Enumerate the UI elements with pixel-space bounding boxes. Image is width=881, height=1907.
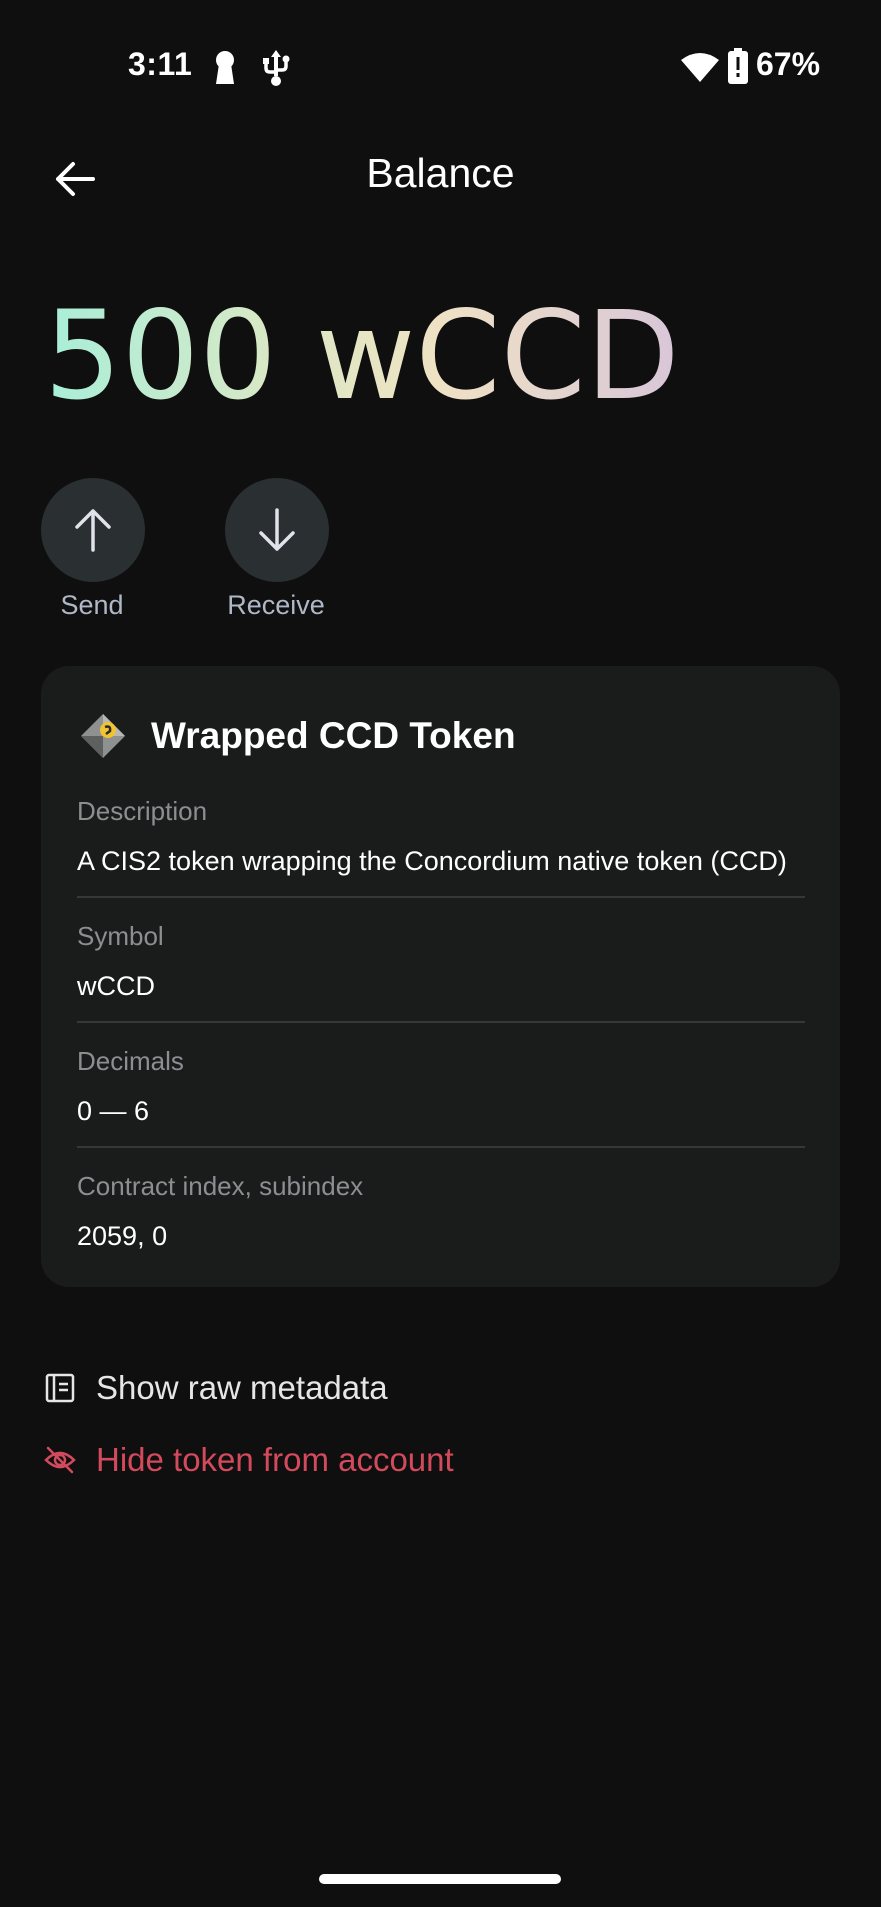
symbol-value: wCCD xyxy=(77,971,155,1001)
battery-icon xyxy=(728,48,748,84)
arrow-down-icon xyxy=(259,508,295,551)
balance-amount: 500 wCCD xyxy=(44,285,680,427)
send-button[interactable]: Send xyxy=(27,478,157,628)
arrow-up-icon xyxy=(75,509,111,552)
status-bar: 3:11 67% xyxy=(0,0,881,134)
receive-button[interactable]: Receive xyxy=(211,478,341,628)
contract-field: Contract index, subindex 2059, 0 xyxy=(77,1169,805,1253)
token-details-card: Wrapped CCD Token Description A CIS2 tok… xyxy=(41,666,840,1287)
receive-label: Receive xyxy=(227,590,325,620)
decimals-field: Decimals 0 — 6 xyxy=(77,1044,805,1128)
divider xyxy=(77,1021,805,1023)
description-value: A CIS2 token wrapping the Concordium nat… xyxy=(77,846,787,876)
token-header: Wrapped CCD Token xyxy=(77,706,516,766)
send-label: Send xyxy=(60,590,124,620)
battery-percent: 67% xyxy=(756,46,821,82)
hide-token-button[interactable]: Hide token from account xyxy=(44,1432,454,1488)
contract-label: Contract index, subindex xyxy=(77,1171,364,1201)
contract-value: 2059, 0 xyxy=(77,1221,168,1251)
keyhole-icon xyxy=(216,51,234,84)
wifi-icon xyxy=(681,53,719,82)
description-label: Description xyxy=(77,796,208,826)
document-icon xyxy=(45,1373,75,1403)
token-name: Wrapped CCD Token xyxy=(151,715,516,756)
send-circle[interactable] xyxy=(41,478,145,582)
decimals-label: Decimals xyxy=(77,1046,184,1076)
home-indicator[interactable] xyxy=(319,1874,561,1884)
decimals-value: 0 — 6 xyxy=(77,1096,150,1126)
app-bar: Balance xyxy=(0,134,881,222)
symbol-field: Symbol wCCD xyxy=(77,919,805,1003)
eye-off-icon xyxy=(44,1446,76,1474)
token-logo-icon xyxy=(81,714,125,758)
divider xyxy=(77,896,805,898)
show-raw-metadata-label: Show raw metadata xyxy=(96,1369,388,1406)
symbol-label: Symbol xyxy=(77,921,164,951)
hide-token-label: Hide token from account xyxy=(96,1441,454,1478)
show-raw-metadata-button[interactable]: Show raw metadata xyxy=(44,1360,388,1416)
description-field: Description A CIS2 token wrapping the Co… xyxy=(77,794,805,878)
receive-circle[interactable] xyxy=(225,478,329,582)
usb-icon xyxy=(263,50,290,86)
page-title: Balance xyxy=(366,150,515,196)
divider xyxy=(77,1146,805,1148)
status-time: 3:11 xyxy=(128,46,193,82)
